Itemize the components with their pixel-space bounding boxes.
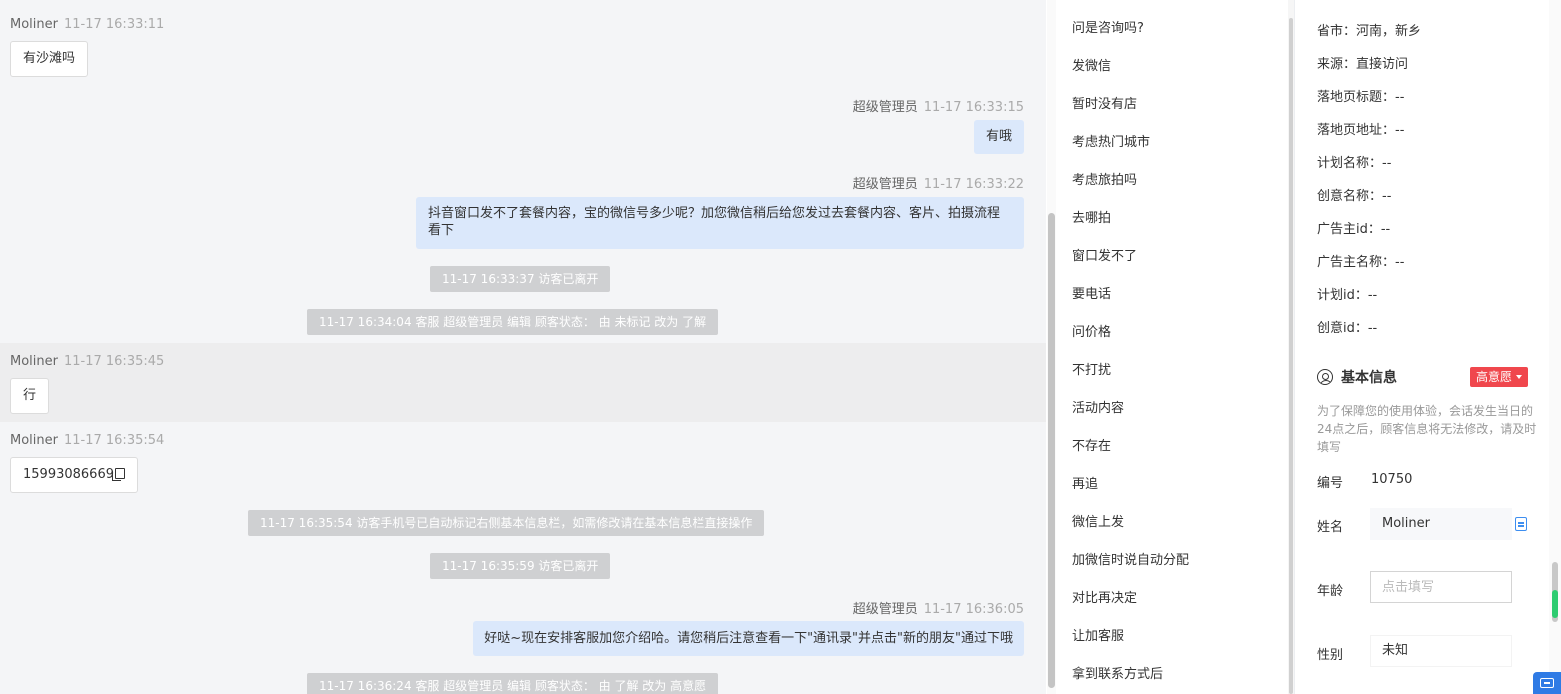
user-circle-icon — [1317, 369, 1333, 385]
quick-reply-item[interactable]: 让加客服 — [1072, 625, 1124, 644]
sender-name: 超级管理员 — [852, 177, 918, 192]
message-icon — [1540, 678, 1554, 688]
caret-down-icon — [1516, 375, 1523, 379]
age-input[interactable] — [1370, 571, 1512, 603]
basic-info-header: 基本信息 — [1317, 367, 1397, 387]
outgoing-message: 抖音窗口发不了套餐内容，宝的微信号多少呢？加您微信稍后给您发过去套餐内容、客片、… — [416, 197, 1024, 249]
system-notice: 11-17 16:33:37 访客已离开 — [430, 266, 611, 292]
quick-reply-item[interactable]: 活动内容 — [1072, 397, 1124, 416]
message-meta: Moliner 11-17 16:35:45 — [10, 354, 164, 369]
message-time: 11-17 16:35:54 — [63, 433, 165, 448]
quick-reply-item[interactable]: 问价格 — [1072, 321, 1111, 340]
intent-status-label: 高意愿 — [1476, 370, 1513, 384]
system-notice: 11-17 16:35:59 访客已离开 — [430, 553, 611, 579]
id-label: 编号 — [1317, 476, 1344, 491]
open-chat-button[interactable] — [1533, 672, 1561, 694]
info-landing-title: 落地页标题：-- — [1317, 90, 1405, 105]
system-notice: 11-17 16:34:04 客服 超级管理员 编辑 顾客状态： 由 未标记 改… — [307, 309, 719, 335]
id-value: 10750 — [1371, 472, 1413, 487]
sender-name: Moliner — [10, 17, 58, 32]
gender-select[interactable]: 未知 — [1370, 635, 1512, 667]
message-time: 11-17 16:33:22 — [923, 177, 1024, 192]
message-meta: Moliner 11-17 16:33:11 — [10, 17, 164, 32]
quick-reply-item[interactable]: 问是咨询吗? — [1072, 17, 1144, 36]
sender-name: 超级管理员 — [852, 100, 918, 115]
message-row-highlighted: Moliner 11-17 16:35:45 行 — [0, 343, 1046, 422]
message-text: 抖音窗口发不了套餐内容，宝的微信号多少呢？加您微信稍后给您发过去套餐内容、客片、… — [428, 206, 1001, 238]
info-landing-url: 落地页地址：-- — [1317, 123, 1405, 138]
name-label: 姓名 — [1317, 520, 1344, 535]
message-meta: 超级管理员 11-17 16:33:15 — [853, 96, 1024, 115]
message-text: 行 — [23, 388, 37, 403]
document-icon[interactable] — [1515, 517, 1527, 531]
quick-reply-item[interactable]: 对比再决定 — [1072, 587, 1137, 606]
customer-info-panel: 省市：河南，新乡 来源：直接访问 落地页标题：-- 落地页地址：-- 计划名称：… — [1294, 0, 1549, 694]
quick-reply-scrollbar-thumb[interactable] — [1289, 18, 1293, 694]
message-text: 15993086669 — [23, 467, 114, 482]
quick-reply-item[interactable]: 要电话 — [1072, 283, 1111, 302]
message-text: 有沙滩吗 — [23, 51, 76, 66]
chat-panel: Moliner 11-17 16:33:11 有沙滩吗 超级管理员 11-17 16… — [0, 0, 1046, 694]
sender-name: Moliner — [10, 354, 58, 369]
quick-reply-item[interactable]: 发微信 — [1072, 55, 1111, 74]
chat-scrollbar[interactable] — [1047, 0, 1056, 694]
edit-deadline-notice: 为了保障您的使用体验，会话发生当日的24点之后，顾客信息将无法修改，请及时填写 — [1317, 404, 1537, 454]
incoming-message: 行 — [10, 378, 50, 414]
message-time: 11-17 16:35:45 — [63, 354, 165, 369]
name-field[interactable]: Moliner — [1370, 508, 1512, 540]
quick-reply-item[interactable]: 考虑旅拍吗 — [1072, 169, 1137, 188]
info-scrollbar[interactable] — [1549, 0, 1561, 694]
info-creative-id: 创意id：-- — [1317, 321, 1378, 336]
basic-info-title: 基本信息 — [1341, 370, 1397, 386]
info-plan-name: 计划名称：-- — [1317, 156, 1392, 171]
quick-reply-item[interactable]: 再追 — [1072, 473, 1098, 492]
quick-reply-item[interactable]: 暂时没有店 — [1072, 93, 1137, 112]
info-plan-id: 计划id：-- — [1317, 288, 1378, 303]
incoming-message: 15993086669 — [10, 457, 138, 493]
quick-reply-item[interactable]: 考虑热门城市 — [1072, 131, 1150, 150]
message-time: 11-17 16:33:15 — [923, 100, 1024, 115]
quick-reply-item[interactable]: 微信上发 — [1072, 511, 1124, 530]
quick-reply-item[interactable]: 不存在 — [1072, 435, 1111, 454]
system-notice: 11-17 16:36:24 客服 超级管理员 编辑 顾客状态： 由 了解 改为… — [307, 673, 719, 694]
message-text: 有哦 — [985, 129, 1012, 144]
info-advertiser-name: 广告主名称：-- — [1317, 255, 1405, 270]
info-advertiser-id: 广告主id：-- — [1317, 222, 1391, 237]
age-label: 年龄 — [1317, 584, 1344, 599]
incoming-message: 有沙滩吗 — [10, 41, 89, 77]
outgoing-message: 好哒~现在安排客服加您介绍哈。请您稍后注意查看一下"通讯录"并点击"新的朋友"通… — [473, 621, 1024, 656]
info-creative-name: 创意名称：-- — [1317, 189, 1392, 204]
message-meta: Moliner 11-17 16:35:54 — [10, 433, 164, 448]
message-meta: 超级管理员 11-17 16:36:05 — [853, 598, 1024, 617]
gender-label: 性别 — [1317, 648, 1344, 663]
message-time: 11-17 16:36:05 — [923, 602, 1024, 617]
quick-reply-item[interactable]: 去哪拍 — [1072, 207, 1111, 226]
scroll-accent — [1552, 590, 1558, 618]
quick-reply-item[interactable]: 不打扰 — [1072, 359, 1111, 378]
quick-reply-item[interactable]: 拿到联系方式后 — [1072, 663, 1163, 682]
system-notice: 11-17 16:35:54 访客手机号已自动标记右侧基本信息栏，如需修改请在基… — [248, 510, 765, 536]
copy-icon[interactable] — [111, 468, 125, 481]
info-province: 省市：河南，新乡 — [1317, 24, 1422, 39]
message-time: 11-17 16:33:11 — [63, 17, 165, 32]
sender-name: Moliner — [10, 433, 58, 448]
chat-scrollbar-thumb[interactable] — [1048, 213, 1055, 688]
quick-reply-list: 问是咨询吗? 发微信 暂时没有店 考虑热门城市 考虑旅拍吗 去哪拍 窗口发不了 … — [1056, 0, 1288, 694]
info-source: 来源：直接访问 — [1317, 57, 1409, 72]
quick-reply-item[interactable]: 加微信时说自动分配 — [1072, 549, 1189, 568]
sender-name: 超级管理员 — [852, 602, 918, 617]
intent-status-dropdown[interactable]: 高意愿 — [1470, 367, 1529, 387]
message-meta: 超级管理员 11-17 16:33:22 — [853, 173, 1024, 192]
outgoing-message: 有哦 — [973, 120, 1024, 154]
message-text: 好哒~现在安排客服加您介绍哈。请您稍后注意查看一下"通讯录"并点击"新的朋友"通… — [484, 631, 1013, 646]
quick-reply-item[interactable]: 窗口发不了 — [1072, 245, 1137, 264]
